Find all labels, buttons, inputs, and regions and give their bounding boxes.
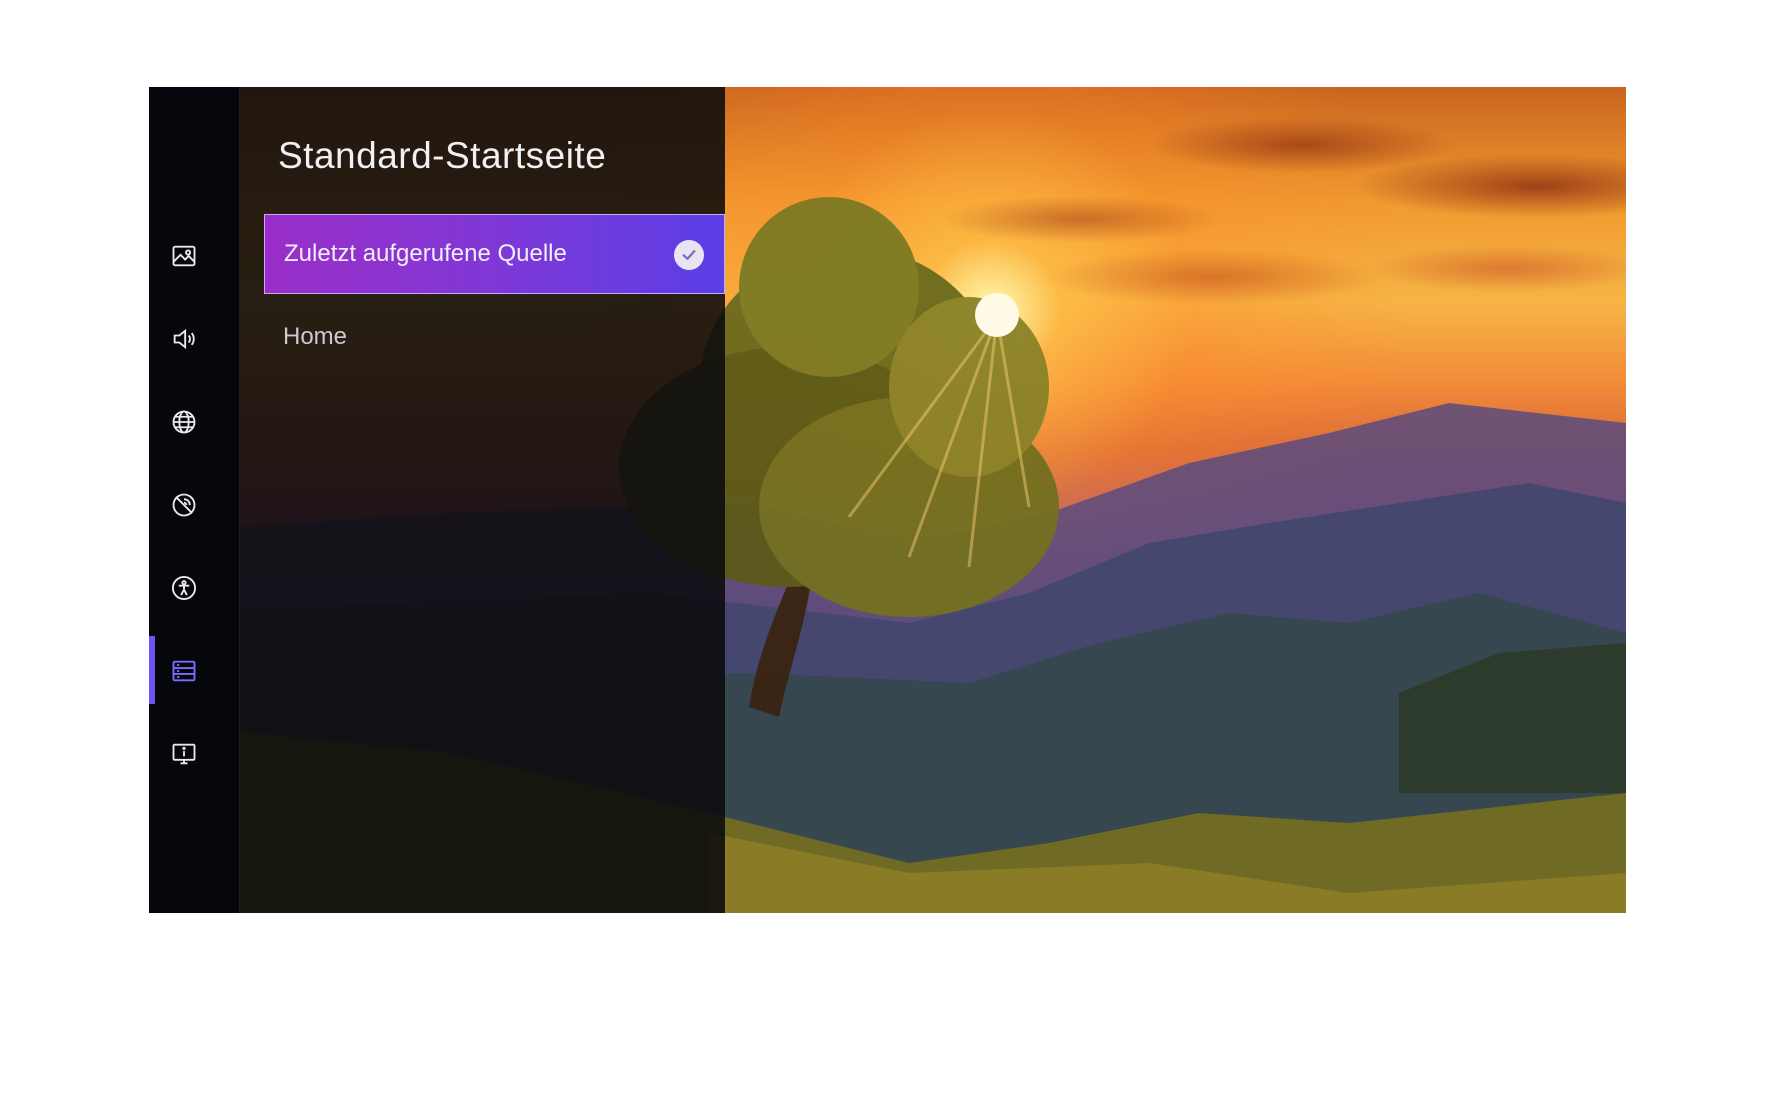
accessibility-icon[interactable] — [169, 573, 199, 603]
option-label: Zuletzt aufgerufene Quelle — [284, 240, 567, 267]
settings-icon-rail — [149, 87, 240, 913]
option-last-source[interactable]: Zuletzt aufgerufene Quelle — [264, 214, 725, 294]
system-list-icon[interactable] — [169, 656, 199, 686]
globe-icon[interactable] — [169, 407, 199, 437]
tv-screen: Standard-Startseite Zuletzt aufgerufene … — [149, 87, 1626, 913]
tv-info-icon[interactable] — [169, 739, 199, 769]
page-title: Standard-Startseite — [278, 135, 607, 176]
option-home[interactable]: Home — [264, 297, 725, 377]
settings-panel: Standard-Startseite Zuletzt aufgerufene … — [240, 87, 725, 913]
disabled-signal-icon[interactable] — [169, 490, 199, 520]
checkmark-icon — [674, 240, 704, 270]
picture-icon[interactable] — [169, 241, 199, 271]
sound-icon[interactable] — [169, 324, 199, 354]
active-indicator — [149, 636, 155, 704]
option-label: Home — [283, 323, 348, 350]
